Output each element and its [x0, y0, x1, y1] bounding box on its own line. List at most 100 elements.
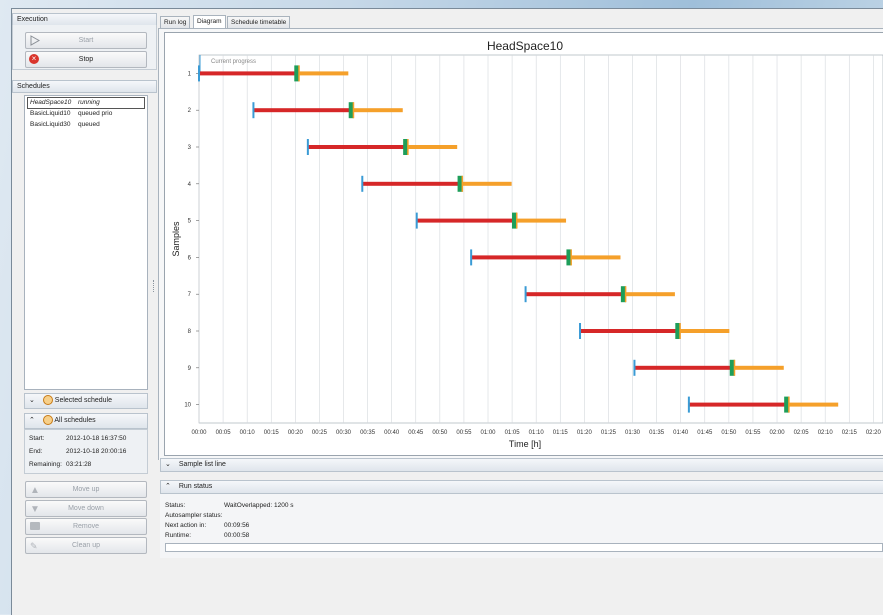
run-bar — [514, 218, 567, 223]
y-tick-label: 4 — [188, 182, 192, 188]
y-tick-label: 5 — [188, 219, 192, 225]
y-tick-label: 10 — [184, 403, 191, 409]
arrow-down-icon: ▼ — [30, 504, 40, 515]
start-label: Start — [78, 37, 94, 44]
inject-marker-edge — [624, 286, 627, 303]
next-action-value: 00:09:56 — [224, 522, 250, 529]
stop-button[interactable]: × Stop — [25, 51, 147, 68]
x-tick-label: 01:35 — [649, 430, 665, 436]
current-progress-label: Current progress — [211, 59, 256, 65]
schedule-icon — [42, 395, 53, 406]
x-tick-label: 01:05 — [505, 430, 521, 436]
schedule-status: queued prio — [78, 110, 113, 117]
runtime-value: 00:00:58 — [224, 532, 250, 539]
inject-marker-edge — [788, 396, 790, 413]
x-tick-label: 01:55 — [745, 430, 761, 436]
x-tick-label: 00:40 — [384, 430, 400, 436]
sample-list-line-label: Sample list line — [178, 461, 226, 468]
prep-bar — [199, 71, 297, 76]
start-marker — [306, 139, 309, 155]
schedule-name: HeadSpace10 — [30, 99, 72, 106]
chevron-up-icon: ⌃ — [165, 483, 171, 490]
schedule-row[interactable]: HeadSpace10 running — [27, 97, 145, 109]
tab-label: Diagram — [197, 18, 222, 25]
start-time-value: 2012-10-18 16:37:50 — [66, 435, 127, 442]
y-tick-label: 6 — [188, 255, 192, 261]
start-marker — [633, 359, 636, 376]
x-tick-label: 01:40 — [673, 430, 689, 436]
clean-up-label: Clean up — [71, 542, 101, 549]
move-down-button[interactable]: ▼ Move down — [25, 500, 147, 517]
inject-marker-edge — [679, 323, 681, 339]
start-marker — [198, 65, 200, 82]
run-status-panel: Status: WaitOverlapped: 1200 s Autosampl… — [160, 494, 883, 558]
tab-label: Run log — [164, 19, 187, 26]
x-tick-label: 00:25 — [312, 430, 328, 436]
tab-diagram[interactable]: Diagram — [193, 15, 226, 28]
x-tick-label: 01:50 — [721, 430, 737, 436]
start-marker — [470, 249, 473, 266]
gantt-chart: HeadSpace10 00:00 00:05 00:10 00:15 00:20 00:2… — [164, 32, 883, 456]
prep-bar — [253, 108, 352, 113]
run-status-header[interactable]: ⌃ Run status — [160, 480, 883, 494]
stop-icon: × — [29, 54, 39, 64]
x-tick-label: 00:50 — [432, 430, 448, 436]
selected-schedule-label: Selected schedule — [54, 397, 112, 404]
start-marker — [524, 286, 527, 303]
chart-title: HeadSpace10 — [487, 39, 563, 53]
x-tick-label: 01:45 — [697, 430, 713, 436]
schedules-list[interactable]: HeadSpace10 running BasicLiquid10 queued… — [24, 95, 148, 390]
run-bar — [351, 108, 403, 113]
splitter-handle[interactable] — [153, 280, 157, 292]
runtime-label: Runtime: — [165, 532, 192, 539]
x-tick-label: 01:15 — [553, 430, 569, 436]
sample-list-line-header[interactable]: ⌄ Sample list line — [160, 458, 883, 472]
tab-label: Schedule timetable — [231, 19, 287, 26]
prep-bar — [525, 292, 624, 297]
move-up-label: Move up — [72, 486, 100, 493]
x-tick-label: 00:45 — [408, 430, 424, 436]
y-tick-label: 2 — [188, 108, 192, 114]
end-time-label: End: — [29, 448, 43, 455]
start-button[interactable]: Start — [25, 32, 147, 49]
schedule-row[interactable]: BasicLiquid10 queued prio — [27, 109, 144, 119]
selected-schedule-header[interactable]: ⌄ Selected schedule — [24, 393, 148, 409]
all-schedules-header[interactable]: ⌃ All schedules — [24, 413, 148, 429]
clean-up-button[interactable]: ✎ Clean up — [25, 537, 147, 554]
x-tick-label: 02:15 — [842, 430, 858, 436]
prep-bar — [416, 218, 515, 223]
prep-bar — [688, 402, 787, 407]
x-axis-label: Time [h] — [509, 439, 541, 449]
start-marker — [415, 212, 418, 229]
y-tick-label: 1 — [188, 71, 192, 77]
x-tick-label: 02:05 — [794, 430, 810, 436]
remaining-label: Remaining: — [29, 461, 62, 468]
tab-run-log[interactable]: Run log — [160, 16, 191, 28]
x-tick-label: 00:15 — [264, 430, 280, 436]
inject-marker-edge — [570, 249, 572, 266]
y-tick-label: 9 — [188, 366, 192, 372]
chart-svg: HeadSpace10 00:00 00:05 00:10 00:15 00:20 00:2… — [171, 39, 883, 449]
inject-marker-edge — [407, 139, 409, 155]
run-bar — [623, 292, 675, 297]
schedule-row[interactable]: BasicLiquid30 queued — [27, 120, 144, 130]
tab-schedule-timetable[interactable]: Schedule timetable — [227, 16, 291, 28]
x-tick-label: 00:55 — [456, 430, 472, 436]
remove-icon — [30, 522, 40, 530]
move-up-button[interactable]: ▲ Move up — [25, 481, 147, 498]
chevron-up-icon: ⌃ — [29, 417, 35, 424]
chevron-down-icon: ⌄ — [29, 397, 35, 404]
prep-bar — [362, 181, 461, 186]
run-bar — [296, 71, 349, 76]
run-bar — [786, 402, 839, 407]
x-tick-label: 01:20 — [577, 430, 593, 436]
schedules-header: Schedules — [12, 80, 157, 93]
start-marker — [687, 396, 690, 413]
run-bar — [405, 145, 458, 149]
remove-button[interactable]: Remove — [25, 518, 147, 535]
run-bar — [568, 255, 621, 260]
schedule-name: BasicLiquid30 — [30, 121, 71, 128]
run-bar — [732, 365, 784, 370]
y-axis-label: Samples — [171, 221, 181, 257]
x-tick-label: 00:10 — [240, 430, 256, 436]
